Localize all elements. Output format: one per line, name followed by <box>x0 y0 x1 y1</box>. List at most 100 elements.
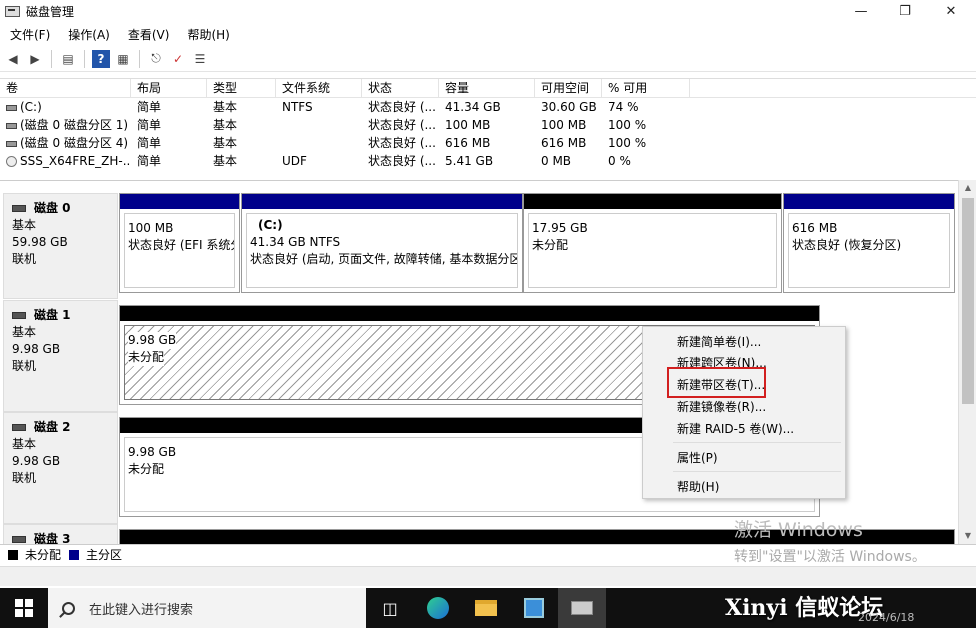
column-header-volume[interactable]: 卷 <box>0 79 131 97</box>
volume-icon <box>6 140 17 147</box>
column-header-layout[interactable]: 布局 <box>131 79 207 97</box>
menu-item-new-mirrored-volume[interactable]: 新建镜像卷(R)... <box>677 398 766 415</box>
disk-size: 9.98 GB <box>12 342 61 356</box>
partition-status: 未分配 <box>128 349 165 366</box>
menu-bar: 文件(F) 操作(A) 查看(V) 帮助(H) <box>0 24 976 44</box>
menu-item-properties[interactable]: 属性(P) <box>677 449 718 466</box>
table-row[interactable]: SSS_X64FRE_ZH-... 简单 基本 UDF 状态良好 (... 5.… <box>0 152 976 170</box>
partition-status: 状态良好 (启动, 页面文件, 故障转储, 基本数据分区 <box>250 252 518 266</box>
volume-icon <box>6 104 17 111</box>
table-row[interactable]: (磁盘 0 磁盘分区 4) 简单 基本 状态良好 (... 616 MB 616… <box>0 134 976 152</box>
help-icon[interactable]: ? <box>92 49 110 68</box>
disk-label[interactable]: 磁盘 2 基本 9.98 GB 联机 <box>3 412 118 524</box>
partition-status: 未分配 <box>532 238 569 252</box>
legend-unallocated: 未分配 <box>25 548 62 562</box>
volume-status: 状态良好 (... <box>368 154 436 168</box>
column-header-filesystem[interactable]: 文件系统 <box>276 79 362 97</box>
window-title: 磁盘管理 <box>26 4 75 19</box>
disk-management-app-icon <box>4 4 20 18</box>
disk-label[interactable]: 磁盘 1 基本 9.98 GB 联机 <box>3 300 118 412</box>
column-header-free-space[interactable]: 可用空间 <box>535 79 602 97</box>
volume-percent-free: 100 % <box>608 118 647 132</box>
partition-efi[interactable]: 100 MB 状态良好 (EFI 系统分 <box>119 193 240 293</box>
partition-size: 616 MB <box>792 221 838 235</box>
menu-item-new-raid5-volume[interactable]: 新建 RAID-5 卷(W)... <box>677 420 794 437</box>
settings-list-icon[interactable]: ☰ <box>191 50 209 68</box>
column-header-percent-free[interactable]: % 可用 <box>602 79 690 97</box>
volume-capacity: 100 MB <box>445 118 491 132</box>
column-header-status[interactable]: 状态 <box>362 79 439 97</box>
toolbar-divider <box>84 49 85 68</box>
menu-help[interactable]: 帮助(H) <box>177 26 237 43</box>
volume-status: 状态良好 (... <box>368 118 436 132</box>
edge-browser-icon[interactable] <box>414 588 462 628</box>
activation-subtitle: 转到"设置"以激活 Windows。 <box>734 549 926 565</box>
disk-name: 磁盘 0 <box>12 200 117 217</box>
primary-partition-bar <box>242 194 522 209</box>
volume-layout: 简单 <box>137 154 162 168</box>
forward-arrow-icon[interactable]: ▶ <box>26 50 44 68</box>
menu-item-help[interactable]: 帮助(H) <box>677 478 719 495</box>
disk-view-scrollbar[interactable]: ▲ ▼ <box>958 180 976 544</box>
toolbar: ◀ ▶ ▤ ? ▦ ⎋ ✓ ☰ <box>0 46 976 72</box>
volume-free-space: 616 MB <box>541 136 587 150</box>
network-app-icon[interactable] <box>510 588 558 628</box>
properties-icon[interactable]: ▦ <box>114 50 132 68</box>
scrollbar-thumb[interactable] <box>962 198 974 404</box>
disk-name: 磁盘 3 <box>12 531 117 544</box>
maximize-button[interactable]: ❐ <box>882 0 928 22</box>
column-header-capacity[interactable]: 容量 <box>439 79 535 97</box>
disk-label[interactable]: 磁盘 3 <box>3 524 118 544</box>
file-explorer-icon[interactable] <box>462 588 510 628</box>
legend-primary: 主分区 <box>86 548 123 562</box>
disk-label[interactable]: 磁盘 0 基本 59.98 GB 联机 <box>3 193 118 299</box>
start-button[interactable] <box>0 588 48 628</box>
volume-free-space: 30.60 GB <box>541 100 597 114</box>
toolbar-divider <box>139 49 140 68</box>
partition-unallocated[interactable]: 17.95 GB 未分配 <box>523 193 782 293</box>
unallocated-swatch <box>8 549 18 560</box>
volume-capacity: 616 MB <box>445 136 491 150</box>
disk-management-taskbar-icon[interactable] <box>558 588 606 628</box>
back-arrow-icon[interactable]: ◀ <box>4 50 22 68</box>
toolbar-divider <box>51 49 52 68</box>
volume-layout: 简单 <box>137 100 162 114</box>
volume-status: 状态良好 (... <box>368 100 436 114</box>
volume-type: 基本 <box>213 100 238 114</box>
menu-separator <box>673 442 841 443</box>
partition-recovery[interactable]: 616 MB 状态良好 (恢复分区) <box>783 193 955 293</box>
column-header-type[interactable]: 类型 <box>207 79 276 97</box>
volume-free-space: 0 MB <box>541 154 572 168</box>
disk-status: 联机 <box>12 471 37 485</box>
search-placeholder: 在此键入进行搜索 <box>89 602 194 618</box>
table-row[interactable]: (C:) 简单 基本 NTFS 状态良好 (... 41.34 GB 30.60… <box>0 98 976 116</box>
menu-view[interactable]: 查看(V) <box>118 26 178 43</box>
menu-action[interactable]: 操作(A) <box>58 26 118 43</box>
highlight-box <box>667 367 766 398</box>
show-hide-console-tree-icon[interactable]: ▤ <box>59 50 77 68</box>
scroll-up-icon[interactable]: ▲ <box>959 180 976 196</box>
primary-partition-bar <box>120 194 239 209</box>
menu-file[interactable]: 文件(F) <box>0 26 58 43</box>
connect-icon[interactable]: ⎋ <box>147 50 165 68</box>
volume-status: 状态良好 (... <box>368 136 436 150</box>
minimize-button[interactable]: — <box>838 0 884 22</box>
volume-icon <box>6 122 17 129</box>
volume-layout: 简单 <box>137 118 162 132</box>
activation-watermark: 激活 Windows 转到"设置"以激活 Windows。 <box>734 515 926 566</box>
primary-partition-bar <box>784 194 954 209</box>
close-button[interactable]: ✕ <box>928 0 974 22</box>
windows-logo-icon <box>15 599 33 617</box>
task-view-icon[interactable]: ◫ <box>366 588 414 628</box>
volume-free-space: 100 MB <box>541 118 587 132</box>
volume-type: 基本 <box>213 136 238 150</box>
volume-filesystem: NTFS <box>282 100 313 114</box>
taskbar-search-box[interactable]: 在此键入进行搜索 <box>48 588 366 628</box>
table-row[interactable]: (磁盘 0 磁盘分区 1) 简单 基本 状态良好 (... 100 MB 100… <box>0 116 976 134</box>
scroll-down-icon[interactable]: ▼ <box>959 528 976 544</box>
partition-c-drive[interactable]: (C:) 41.34 GB NTFS 状态良好 (启动, 页面文件, 故障转储,… <box>241 193 523 293</box>
check-icon[interactable]: ✓ <box>169 50 187 68</box>
activation-title: 激活 Windows <box>734 519 863 541</box>
menu-item-new-simple-volume[interactable]: 新建简单卷(I)... <box>677 333 761 350</box>
volume-name: (磁盘 0 磁盘分区 1) <box>20 118 129 132</box>
